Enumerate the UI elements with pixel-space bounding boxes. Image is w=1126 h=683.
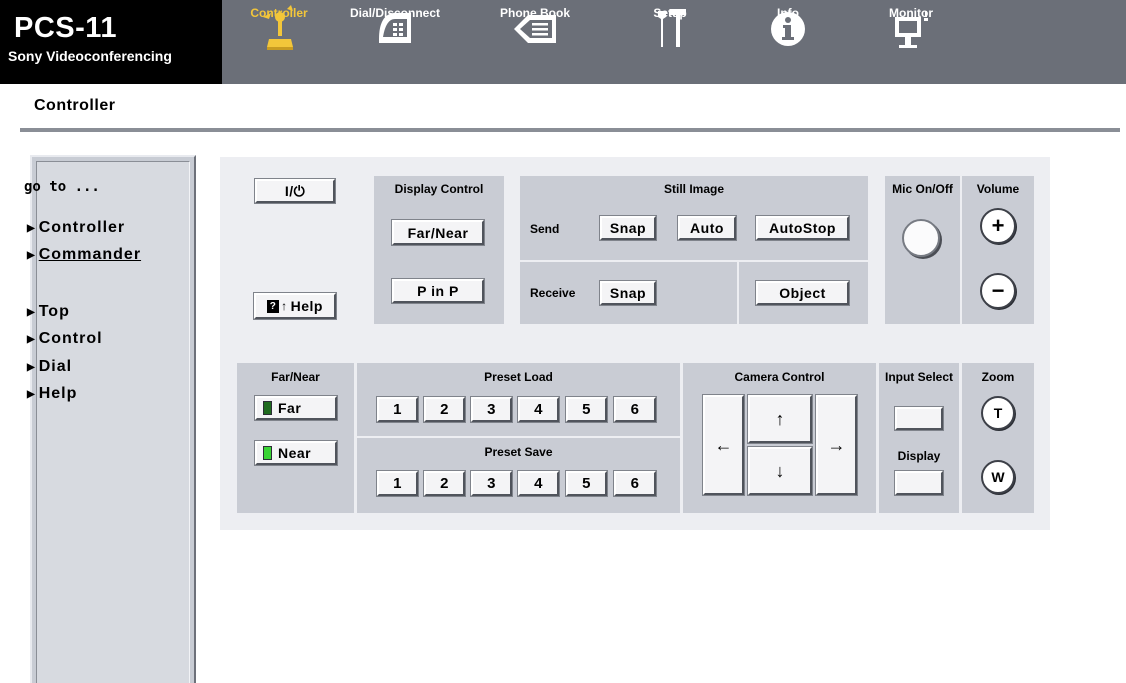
volume-up-button[interactable]: +: [980, 208, 1016, 244]
tab-controller[interactable]: Controller: [244, 0, 314, 84]
power-button[interactable]: I/⏻: [255, 179, 335, 203]
display-button[interactable]: [895, 471, 943, 495]
preset-save-6-button[interactable]: 6: [614, 471, 656, 496]
receive-snap-button[interactable]: Snap: [600, 281, 656, 305]
preset-load-4-button[interactable]: 4: [518, 397, 559, 422]
sidebar-item-top[interactable]: ▶ Top: [27, 303, 70, 321]
far-near-display-button[interactable]: Far/Near: [392, 220, 484, 245]
volume-title: Volume: [976, 182, 1020, 196]
camera-down-button[interactable]: ↓: [748, 447, 812, 495]
near-indicator-led: [263, 446, 272, 460]
mic-title: Mic On/Off: [892, 182, 953, 196]
help-button[interactable]: ? ↑ Help: [254, 293, 336, 319]
brand-block: PCS-11 Sony Videoconferencing: [0, 0, 222, 84]
still-image-title: Still Image: [663, 182, 725, 196]
preset-save-2-button[interactable]: 2: [424, 471, 465, 496]
product-subtitle: Sony Videoconferencing: [8, 48, 172, 64]
sidebar-item-dial[interactable]: ▶ Dial: [27, 358, 72, 376]
camera-control-title: Camera Control: [734, 370, 825, 384]
zoom-tele-button[interactable]: T: [981, 396, 1015, 430]
tab-phone-book-label: Phone Book: [499, 6, 570, 20]
help-icon: ?: [267, 299, 280, 313]
preset-save-3-button[interactable]: 3: [471, 471, 512, 496]
camera-up-button[interactable]: ↑: [748, 395, 812, 443]
help-label: Help: [290, 298, 323, 314]
caret-right-icon: ▶: [27, 333, 36, 345]
far-near-group: [237, 363, 354, 513]
send-auto-button[interactable]: Auto: [678, 216, 736, 240]
far-button[interactable]: Far: [255, 396, 337, 420]
far-indicator-led: [263, 401, 272, 415]
caret-right-icon: ▶: [27, 249, 36, 261]
tab-phone-book[interactable]: Phone Book: [490, 0, 580, 84]
near-label: Near: [278, 445, 312, 461]
sidebar-item-controller[interactable]: ▶ Controller: [27, 219, 125, 237]
object-button[interactable]: Object: [756, 281, 849, 305]
sidebar-item-control[interactable]: ▶ Control: [27, 330, 103, 348]
arrow-left-icon: ←: [714, 434, 733, 455]
arrow-up-icon: ↑: [775, 408, 785, 429]
near-button[interactable]: Near: [255, 441, 337, 465]
volume-down-button[interactable]: −: [980, 273, 1016, 309]
input-select-title: Input Select: [884, 370, 953, 384]
arrow-right-icon: →: [827, 434, 846, 455]
tab-dial-disconnect-label: Dial/Disconnect: [349, 6, 441, 20]
send-label: Send: [530, 222, 560, 236]
tab-setup-label: Setup: [653, 6, 687, 20]
preset-save-1-button[interactable]: 1: [377, 471, 418, 496]
caret-right-icon: ▶: [27, 361, 36, 373]
preset-load-6-button[interactable]: 6: [614, 397, 656, 422]
title-divider: [20, 128, 1120, 132]
caret-right-icon: ▶: [27, 388, 36, 400]
top-nav-bar: PCS-11 Sony Videoconferencing Controller: [0, 0, 1126, 84]
preset-load-1-button[interactable]: 1: [377, 397, 418, 422]
preset-save-title: Preset Save: [484, 445, 553, 459]
tab-monitor-label: Monitor: [889, 6, 933, 20]
preset-load-title: Preset Load: [484, 370, 553, 384]
display-title: Display: [897, 449, 941, 463]
display-control-title: Display Control: [394, 182, 484, 196]
arrow-down-icon: ↓: [775, 460, 785, 481]
sidebar-item-commander[interactable]: ▶ Commander: [27, 246, 141, 264]
camera-right-button[interactable]: →: [816, 395, 857, 495]
caret-right-icon: ▶: [27, 306, 36, 318]
tab-monitor[interactable]: Monitor: [876, 0, 946, 84]
zoom-title: Zoom: [981, 370, 1015, 384]
input-select-button[interactable]: [895, 407, 943, 430]
tab-setup[interactable]: Setup: [635, 0, 705, 84]
send-snap-button[interactable]: Snap: [600, 216, 656, 240]
tab-dial-disconnect[interactable]: Dial/Disconnect: [340, 0, 450, 84]
sidebar-goto-heading: go to ...: [24, 179, 100, 195]
page-title: Controller: [34, 97, 116, 114]
camera-left-button[interactable]: ←: [703, 395, 744, 495]
mic-toggle-button[interactable]: [902, 219, 940, 257]
tab-controller-label: Controller: [250, 6, 308, 20]
send-autostop-button[interactable]: AutoStop: [756, 216, 849, 240]
pinp-button[interactable]: P in P: [392, 279, 484, 303]
tab-info[interactable]: Info: [758, 0, 818, 84]
tab-info-label: Info: [777, 6, 799, 20]
help-arrow-icon: ↑: [281, 299, 288, 313]
preset-load-3-button[interactable]: 3: [471, 397, 512, 422]
preset-save-4-button[interactable]: 4: [518, 471, 559, 496]
caret-right-icon: ▶: [27, 222, 36, 234]
receive-label: Receive: [530, 286, 576, 300]
far-near-title: Far/Near: [271, 370, 320, 384]
product-name: PCS-11: [14, 12, 117, 44]
zoom-wide-button[interactable]: W: [981, 460, 1015, 494]
sidebar-item-help[interactable]: ▶ Help: [27, 385, 77, 403]
preset-load-2-button[interactable]: 2: [424, 397, 465, 422]
preset-save-5-button[interactable]: 5: [566, 471, 607, 496]
preset-load-5-button[interactable]: 5: [566, 397, 607, 422]
far-label: Far: [278, 400, 302, 416]
